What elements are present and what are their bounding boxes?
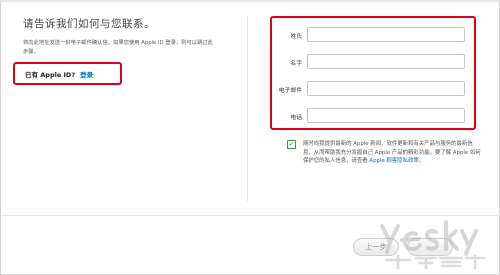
phone-row: 电话 <box>272 108 474 124</box>
first-name-label: 名字 <box>290 61 302 67</box>
signin-prompt: 已有 Apple ID? <box>25 70 76 79</box>
last-name-label: 姓氏 <box>290 34 302 40</box>
phone-field[interactable] <box>307 108 465 123</box>
last-name-field[interactable] <box>307 27 465 42</box>
column-divider <box>247 16 248 201</box>
watermark-logo-icon <box>380 220 486 270</box>
last-name-row: 姓氏 <box>272 27 474 43</box>
page-title: 请告诉我们如何与您联系。 <box>23 18 155 30</box>
footer-divider <box>1 215 500 216</box>
signin-link[interactable]: 登录 <box>80 69 93 79</box>
privacy-policy-link[interactable]: Apple 顾客隐私政策。 <box>369 158 424 164</box>
optin-text: 随时向我提供最新的 Apple 新闻、软件更新和有关产品与服务的最新信息，从而帮… <box>303 140 481 166</box>
contact-intro: 请告诉我们如何与您联系。 将向此地址发送一封电子邮件确认信。如果您使用 Appl… <box>23 16 213 56</box>
contact-form: 姓氏 名字 电子邮件 电话 <box>270 16 476 130</box>
first-name-row: 名字 <box>272 54 474 70</box>
email-label: 电子邮件 <box>278 88 302 94</box>
intro-description: 将向此地址发送一封电子邮件确认信。如果您使用 Apple ID 登录，则可以跳过… <box>23 40 213 55</box>
signin-callout: 已有 Apple ID? 登录 <box>13 62 122 85</box>
email-field[interactable] <box>307 81 465 96</box>
email-row: 电子邮件 <box>272 81 474 97</box>
page-frame: 请告诉我们如何与您联系。 将向此地址发送一封电子邮件确认信。如果您使用 Appl… <box>0 0 500 275</box>
optin-checkbox[interactable]: ✓ <box>287 140 296 149</box>
phone-label: 电话 <box>290 115 302 121</box>
first-name-field[interactable] <box>307 54 465 69</box>
